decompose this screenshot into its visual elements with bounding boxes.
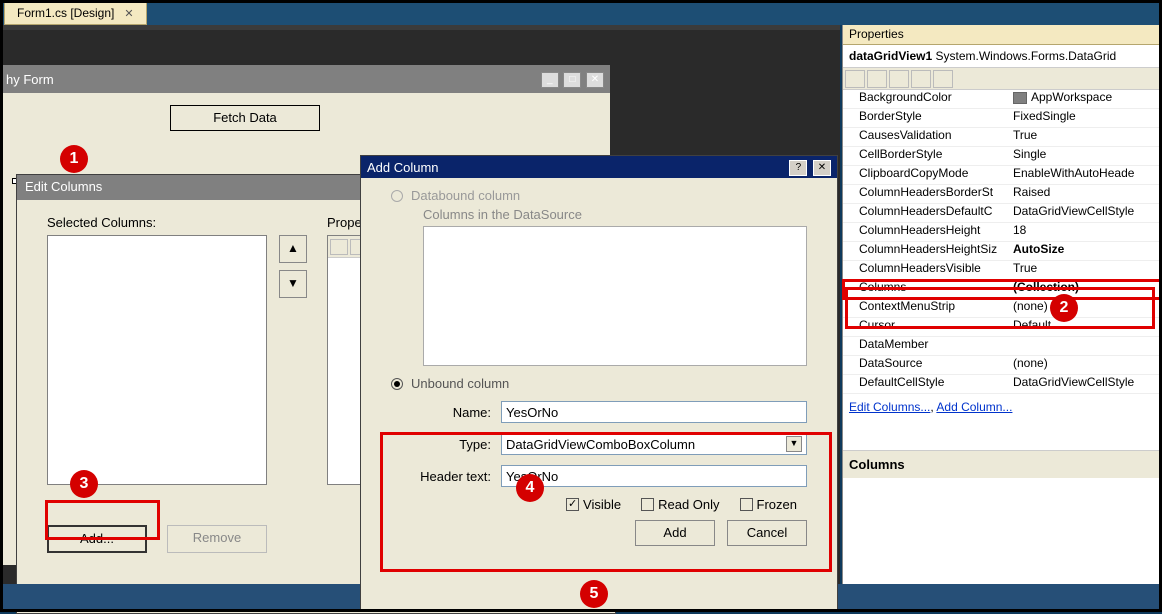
events-icon[interactable] <box>911 70 931 88</box>
visible-checkbox[interactable]: ✓ <box>566 498 579 511</box>
type-label: Type: <box>391 437 501 452</box>
property-row[interactable]: DataMember <box>843 337 1162 356</box>
remove-column-button[interactable]: Remove <box>167 525 267 553</box>
type-combo[interactable]: DataGridViewComboBoxColumn ▼ <box>501 433 807 455</box>
column-properties-label: Prope <box>327 215 362 230</box>
selected-columns-list[interactable] <box>47 235 267 485</box>
properties-toolbar <box>843 68 1162 90</box>
dialog-add-button[interactable]: Add <box>635 520 715 546</box>
alphabetical-icon[interactable] <box>867 70 887 88</box>
frozen-label: Frozen <box>757 497 797 512</box>
unbound-radio[interactable] <box>391 378 403 390</box>
readonly-checkbox[interactable] <box>641 498 654 511</box>
readonly-label: Read Only <box>658 497 719 512</box>
dialog-close-icon[interactable]: ✕ <box>813 160 831 176</box>
dialog-cancel-button[interactable]: Cancel <box>727 520 807 546</box>
name-input[interactable] <box>501 401 807 423</box>
properties-panel: Properties dataGridView1 System.Windows.… <box>842 25 1162 585</box>
chevron-down-icon[interactable]: ▼ <box>786 436 802 452</box>
minimize-icon[interactable]: _ <box>541 72 559 88</box>
property-row[interactable]: CausesValidationTrue <box>843 128 1162 147</box>
header-text-input[interactable] <box>501 465 807 487</box>
property-row[interactable]: Columns(Collection) <box>843 280 1162 299</box>
fetch-data-button[interactable]: Fetch Data <box>170 105 320 131</box>
property-row[interactable]: DefaultCellStyleDataGridViewCellStyle <box>843 375 1162 394</box>
selected-columns-label: Selected Columns: <box>47 215 156 230</box>
property-row[interactable]: ContextMenuStrip(none) <box>843 299 1162 318</box>
close-icon[interactable]: ✕ <box>586 72 604 88</box>
property-row[interactable]: ColumnHeadersBorderStRaised <box>843 185 1162 204</box>
tab-close-icon[interactable]: ✕ <box>124 7 133 20</box>
add-column-button[interactable]: Add... <box>47 525 147 553</box>
visible-label: Visible <box>583 497 621 512</box>
tab-label: Form1.cs [Design] <box>17 6 114 20</box>
move-up-button[interactable]: ▲ <box>279 235 307 263</box>
properties-section-header: Columns <box>843 450 1162 478</box>
datasource-columns-list <box>423 226 807 366</box>
property-row[interactable]: CellBorderStyleSingle <box>843 147 1162 166</box>
databound-label: Databound column <box>411 188 520 203</box>
frozen-checkbox[interactable] <box>740 498 753 511</box>
property-grid[interactable]: BackgroundColorAppWorkspaceBorderStyleFi… <box>843 90 1162 394</box>
property-row[interactable]: BorderStyleFixedSingle <box>843 109 1162 128</box>
file-tab[interactable]: Form1.cs [Design] ✕ <box>4 1 147 25</box>
categorized-icon[interactable] <box>845 70 865 88</box>
name-label: Name: <box>391 405 501 420</box>
add-column-link[interactable]: Add Column... <box>936 400 1012 414</box>
pages-icon[interactable] <box>933 70 953 88</box>
property-row[interactable]: ColumnHeadersVisibleTrue <box>843 261 1162 280</box>
header-text-label: Header text: <box>391 469 501 484</box>
property-row[interactable]: BackgroundColorAppWorkspace <box>843 90 1162 109</box>
callout-3: 3 <box>70 470 98 498</box>
child-form-title: hy Form <box>6 72 54 87</box>
add-column-title: Add Column <box>367 160 439 175</box>
properties-object[interactable]: dataGridView1 System.Windows.Forms.DataG… <box>843 45 1162 68</box>
callout-1: 1 <box>60 145 88 173</box>
callout-5: 5 <box>580 580 608 608</box>
unbound-label: Unbound column <box>411 376 509 391</box>
maximize-icon[interactable]: □ <box>563 72 581 88</box>
property-row[interactable]: DataSource(none) <box>843 356 1162 375</box>
edit-columns-link[interactable]: Edit Columns... <box>849 400 930 414</box>
help-icon[interactable]: ? <box>789 160 807 176</box>
property-row[interactable]: ColumnHeadersDefaultCDataGridViewCellSty… <box>843 204 1162 223</box>
property-row[interactable]: ColumnHeadersHeightSizAutoSize <box>843 242 1162 261</box>
callout-4: 4 <box>516 474 544 502</box>
properties-icon[interactable] <box>889 70 909 88</box>
property-row[interactable]: ClipboardCopyModeEnableWithAutoHeade <box>843 166 1162 185</box>
databound-radio <box>391 190 403 202</box>
type-value: DataGridViewComboBoxColumn <box>506 437 695 452</box>
property-row[interactable]: ColumnHeadersHeight18 <box>843 223 1162 242</box>
properties-title: Properties <box>843 25 1162 45</box>
add-column-dialog: Add Column ? ✕ Databound column Columns … <box>360 155 838 610</box>
callout-2: 2 <box>1050 294 1078 322</box>
move-down-button[interactable]: ▼ <box>279 270 307 298</box>
datasource-columns-label: Columns in the DataSource <box>423 207 837 222</box>
property-row[interactable]: CursorDefault <box>843 318 1162 337</box>
